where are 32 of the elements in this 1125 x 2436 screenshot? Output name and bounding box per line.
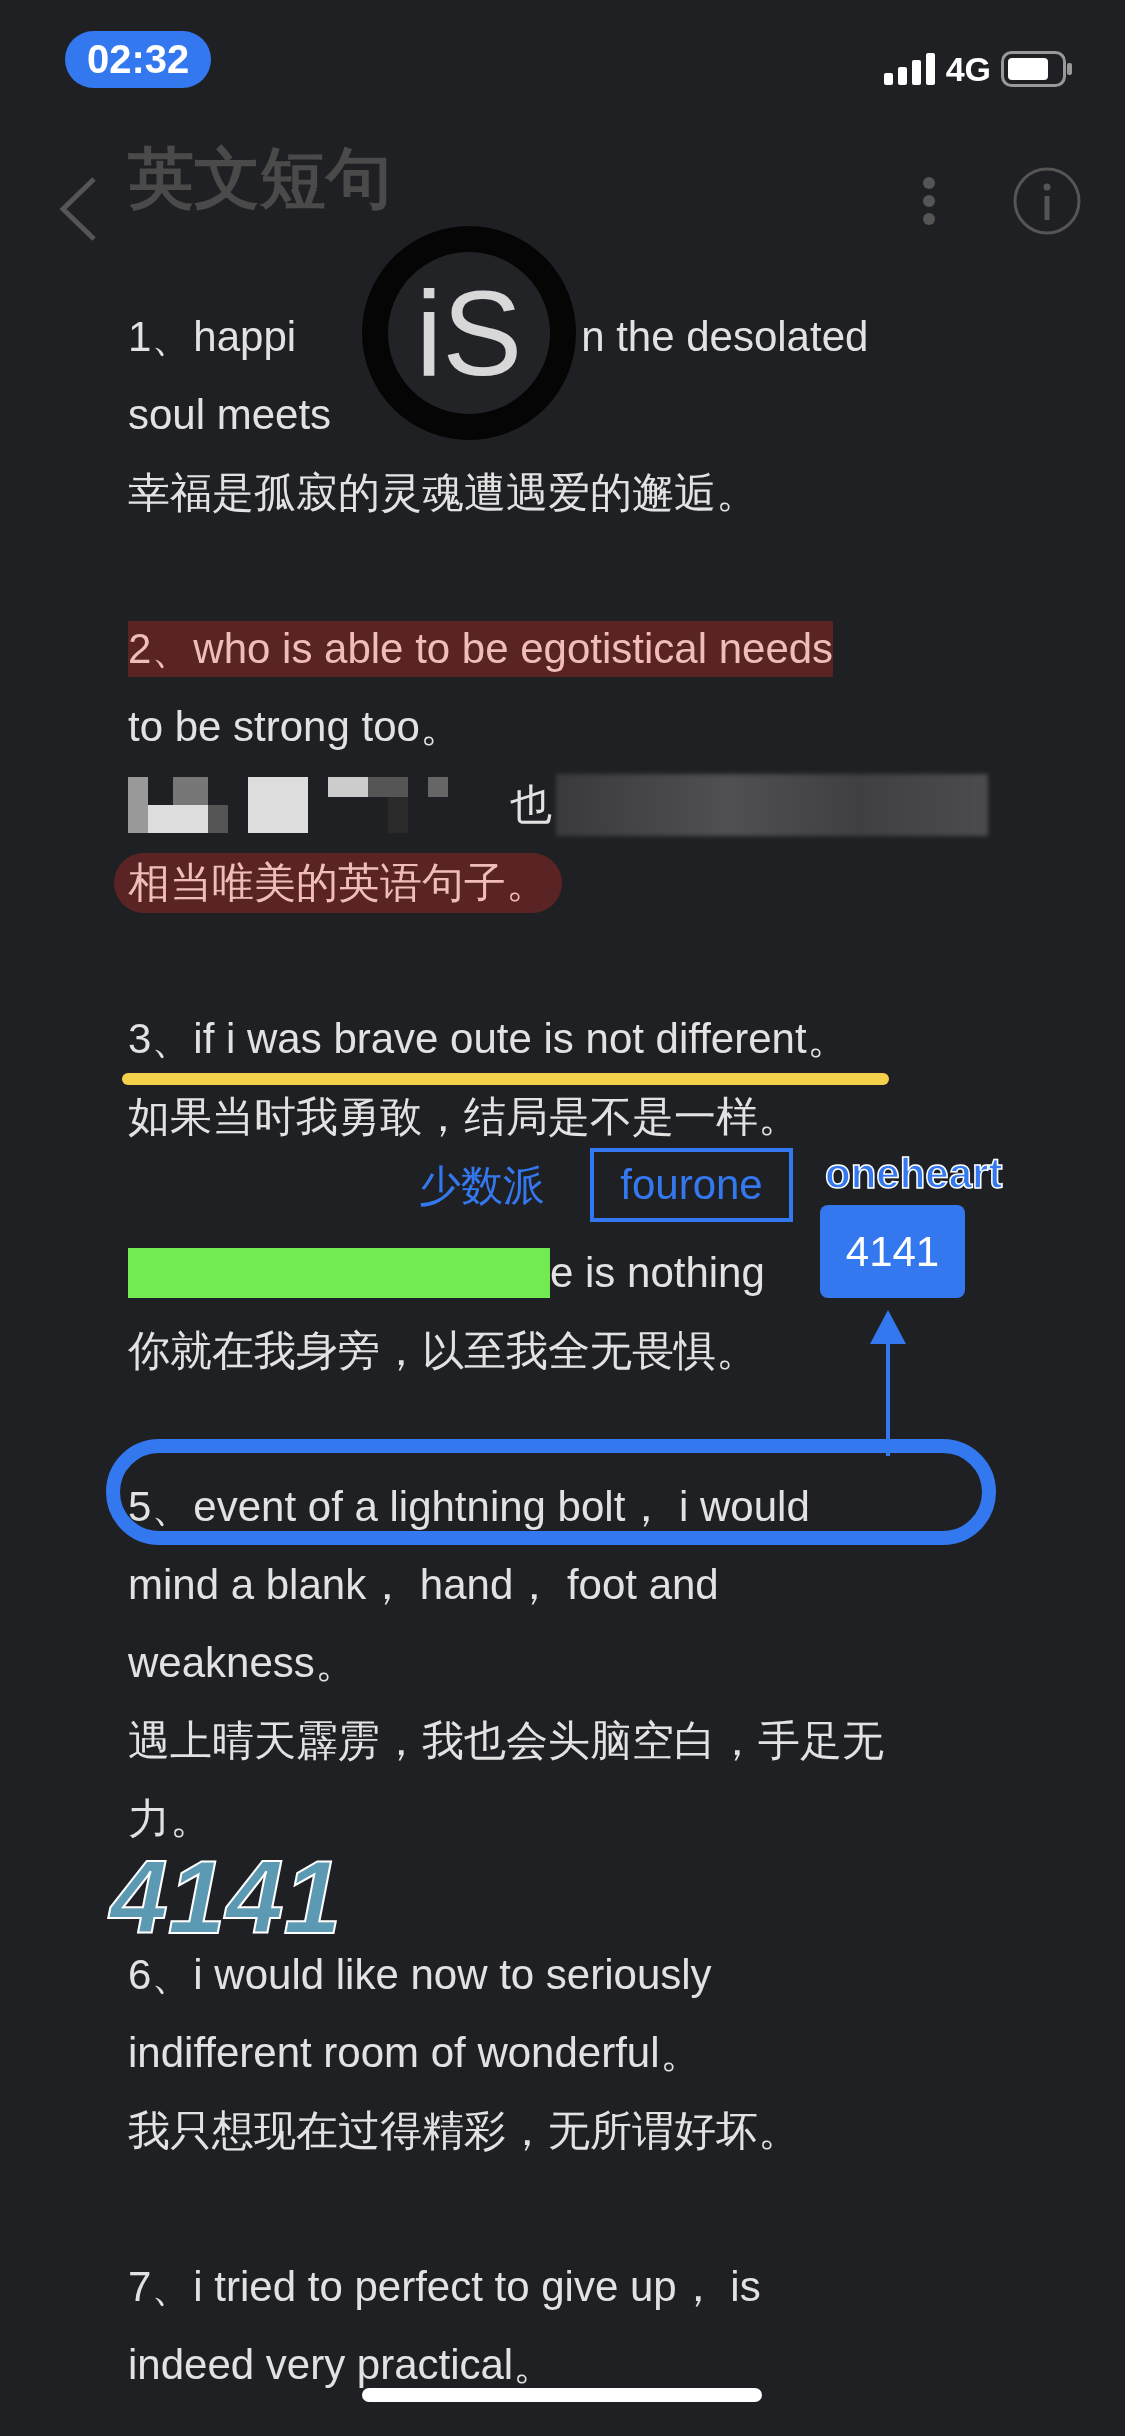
text-line: 幸福是孤寂的灵魂遭遇爱的邂逅。 [128,468,758,518]
text-line: indeed very practical。 [128,2340,556,2390]
text-line: 如果当时我勇敢，结局是不是一样。 [128,1092,800,1142]
highlighted-text: 2、who is able to be egotistical needs [128,621,834,677]
magnifier-loupe: iS [362,226,576,440]
text-line: indifferent room of wonderful。 [128,2028,702,2078]
text-line: mind a blank， hand， foot and [128,1560,719,1610]
annotation-badge: 4141 [820,1205,965,1298]
marker-highlighted-text: 相当唯美的英语句子。 [114,853,562,913]
status-time: 02:32 [65,30,212,88]
text-fragment: e is nothing [550,1249,765,1297]
underlined-text: 3、if i was brave oute is not different。 [128,1014,849,1064]
text-line: weakness。 [128,1638,357,1688]
annotation-label: 少数派 [419,1161,545,1211]
signal-icon [883,53,936,85]
text-line: soul meets [128,391,332,439]
text-line: 我只想现在过得精彩，无所谓好坏。 [128,2106,800,2156]
text-line: 7、i tried to perfect to give up， is [128,2262,761,2312]
text-line: to be strong too。 [128,702,462,752]
more-icon[interactable] [922,176,936,226]
circled-text: 5、event of a lightning bolt， i would [128,1482,810,1532]
info-icon[interactable] [1012,166,1082,236]
outlined-annotation: oneheart [825,1150,1003,1198]
text-fragment: 也 [510,780,552,830]
network-label: 4G [945,49,991,89]
battery-icon [1001,51,1073,87]
text-line: n the desolated [581,313,869,361]
text-line: 你就在我身旁，以至我全无畏惧。 [128,1326,758,1376]
back-icon[interactable] [58,176,98,242]
text-line: 遇上晴天霹雳，我也会头脑空白，手足无 [128,1716,884,1766]
text-line: 1、happi [128,312,297,362]
boxed-annotation: fourone [590,1148,793,1222]
